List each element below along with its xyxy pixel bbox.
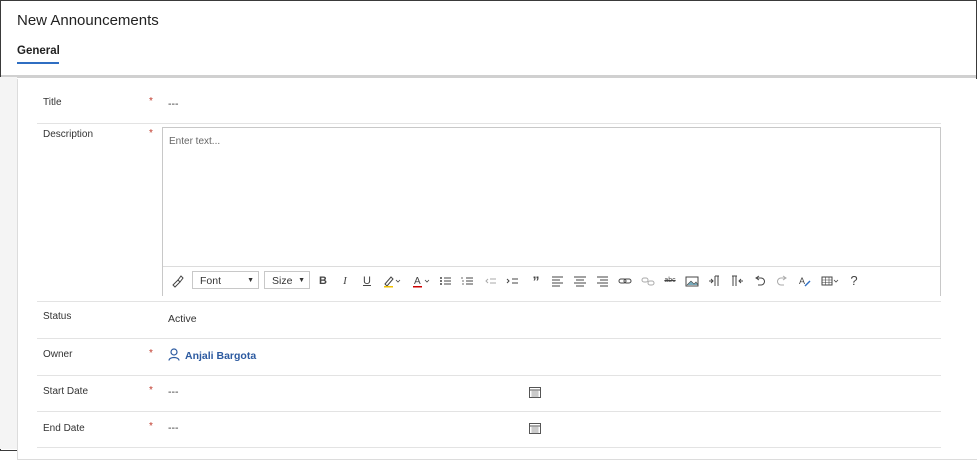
link-icon[interactable] (618, 274, 632, 288)
italic-icon[interactable]: I (338, 274, 352, 288)
owner-label: Owner (43, 349, 73, 360)
title-field[interactable]: --- (168, 98, 179, 110)
svg-text:A: A (414, 276, 421, 287)
chevron-down-icon: ▼ (247, 277, 254, 284)
unlink-icon[interactable] (641, 274, 655, 288)
table-icon[interactable] (821, 274, 841, 288)
rtl-icon[interactable] (730, 274, 744, 288)
row-divider (37, 338, 941, 339)
redo-icon[interactable] (775, 274, 789, 288)
start-date-field[interactable]: --- (168, 386, 179, 398)
description-editor[interactable]: Enter text... Font ▼ Size ▼ B I U A ” ab… (162, 127, 941, 296)
status-value[interactable]: Active (168, 313, 197, 325)
numbering-icon[interactable] (461, 274, 475, 288)
ltr-icon[interactable] (708, 274, 722, 288)
end-date-required-marker: * (149, 421, 153, 432)
row-divider (37, 447, 941, 448)
blockquote-icon[interactable]: ” (529, 274, 543, 288)
tab-general[interactable]: General (17, 45, 60, 57)
chevron-down-icon: ▼ (298, 277, 305, 284)
start-date-required-marker: * (149, 385, 153, 396)
bold-icon[interactable]: B (316, 274, 330, 288)
person-icon (168, 348, 180, 361)
row-divider (37, 411, 941, 412)
font-select[interactable]: Font ▼ (192, 271, 259, 289)
underline-icon[interactable]: U (360, 274, 374, 288)
status-label: Status (43, 311, 72, 322)
description-label: Description (43, 129, 94, 140)
end-date-label: End Date (43, 423, 85, 434)
left-gutter (0, 77, 17, 449)
owner-link[interactable]: Anjali Bargota (185, 350, 256, 362)
row-divider (37, 123, 941, 124)
format-painter-icon[interactable] (171, 274, 185, 288)
align-center-icon[interactable] (573, 274, 587, 288)
row-divider (37, 301, 941, 302)
undo-icon[interactable] (753, 274, 767, 288)
indent-icon[interactable] (506, 274, 520, 288)
align-right-icon[interactable] (595, 274, 609, 288)
align-left-icon[interactable] (551, 274, 565, 288)
page-title: New Announcements (17, 12, 159, 29)
end-date-field[interactable]: --- (168, 422, 179, 434)
calendar-icon[interactable] (529, 385, 541, 398)
strikethrough-icon[interactable]: abc (663, 274, 677, 288)
svg-text:A: A (799, 276, 805, 286)
size-select[interactable]: Size ▼ (264, 271, 310, 289)
help-icon[interactable]: ? (847, 274, 861, 288)
bullets-icon[interactable] (439, 274, 453, 288)
editor-toolbar: Font ▼ Size ▼ B I U A ” abc A ? (163, 266, 940, 296)
title-required-marker: * (149, 96, 153, 107)
form-header: New Announcements General (1, 1, 976, 75)
tab-active-indicator (17, 62, 59, 64)
calendar-icon[interactable] (529, 421, 541, 434)
header-divider (1, 75, 976, 78)
description-required-marker: * (149, 128, 153, 139)
image-icon[interactable] (685, 274, 699, 288)
owner-required-marker: * (149, 348, 153, 359)
title-label: Title (43, 97, 62, 108)
font-select-label: Font (200, 275, 222, 287)
font-color-icon[interactable]: A (412, 274, 432, 288)
highlight-icon[interactable] (383, 274, 403, 288)
description-input[interactable]: Enter text... (169, 136, 220, 147)
clear-format-icon[interactable]: A (798, 274, 812, 288)
size-select-label: Size (272, 275, 293, 287)
outdent-icon[interactable] (484, 274, 498, 288)
start-date-label: Start Date (43, 386, 89, 397)
row-divider (37, 375, 941, 376)
